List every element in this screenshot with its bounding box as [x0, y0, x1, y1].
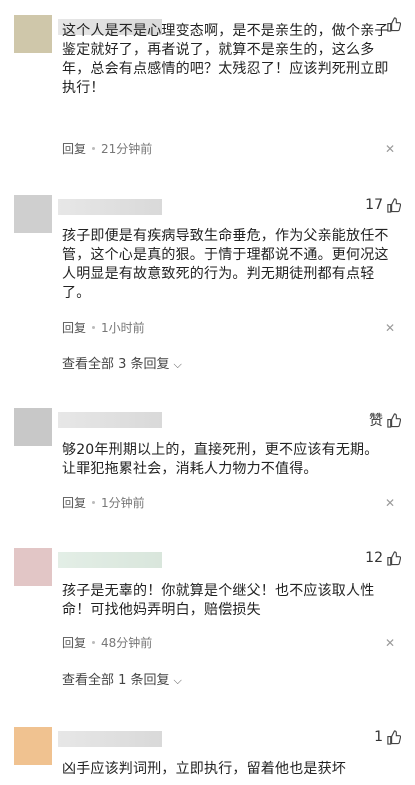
close-icon[interactable]: ✕	[385, 321, 395, 335]
thumb-up-icon	[387, 412, 401, 428]
close-icon[interactable]: ✕	[385, 636, 395, 650]
reply-button[interactable]: 回复	[62, 634, 86, 651]
close-icon[interactable]: ✕	[385, 496, 395, 510]
thumb-up-icon	[387, 550, 401, 566]
comment-text: 够20年刑期以上的，直接死刑，更不应该有无期。让罪犯拖累社会，消耗人力物力不值得…	[62, 442, 379, 477]
divider	[0, 385, 415, 397]
timestamp: 21分钟前	[101, 142, 153, 156]
view-all-replies-link[interactable]: 查看全部 3 条回复 ⌵	[62, 353, 182, 372]
chevron-down-icon: ⌵	[173, 358, 182, 371]
separator-dot	[92, 501, 96, 504]
like-count: 1	[374, 729, 383, 745]
comment-meta: 回复 1分钟前	[62, 494, 145, 511]
divider	[0, 525, 415, 537]
reply-button[interactable]: 回复	[62, 494, 86, 511]
avatar[interactable]	[14, 727, 52, 765]
comment-meta: 回复 1小时前	[62, 319, 145, 336]
thumb-up-icon	[387, 729, 401, 745]
avatar[interactable]	[14, 15, 52, 53]
close-icon[interactable]: ✕	[385, 142, 395, 156]
thumb-up-icon	[387, 197, 401, 213]
separator-dot	[92, 147, 96, 150]
timestamp: 1小时前	[101, 321, 145, 335]
view-all-replies-link[interactable]: 查看全部 1 条回复 ⌵	[62, 669, 182, 688]
timestamp: 48分钟前	[101, 636, 153, 650]
chevron-down-icon: ⌵	[173, 674, 182, 687]
like-button[interactable]: 1	[374, 729, 401, 745]
comment-text: 孩子即便是有疾病导致生命垂危，作为父亲能放任不管，这个心是真的狠。于情于理都说不…	[62, 228, 389, 301]
avatar[interactable]	[14, 408, 52, 446]
comment-text: 这个人是不是心理变态啊，是不是亲生的，做个亲子鉴定就好了，再者说了，就算不是亲生…	[62, 23, 389, 96]
reply-button[interactable]: 回复	[62, 140, 86, 157]
comment-meta: 回复 48分钟前	[62, 634, 152, 651]
timestamp: 1分钟前	[101, 496, 145, 510]
username-blurred[interactable]	[58, 731, 162, 747]
comment-text: 孩子是无辜的！你就算是个继父！也不应该取人性命！可找他妈弄明白，赔偿损失	[62, 583, 375, 618]
reply-button[interactable]: 回复	[62, 319, 86, 336]
username-blurred[interactable]	[58, 412, 162, 428]
avatar[interactable]	[14, 548, 52, 586]
separator-dot	[92, 641, 96, 644]
view-all-replies-label: 查看全部 1 条回复	[62, 673, 170, 688]
divider	[0, 172, 415, 184]
like-count: 17	[365, 197, 383, 213]
comment-text: 凶手应该判词刑，立即执行，留着他也是获坏	[62, 761, 346, 777]
username-blurred[interactable]	[58, 552, 162, 568]
like-button[interactable]: 12	[365, 550, 401, 566]
username-blurred[interactable]	[58, 199, 162, 215]
divider	[0, 700, 415, 712]
view-all-replies-label: 查看全部 3 条回复	[62, 357, 170, 372]
separator-dot	[92, 326, 96, 329]
like-button[interactable]: 赞	[369, 410, 401, 430]
avatar[interactable]	[14, 195, 52, 233]
like-count: 12	[365, 550, 383, 566]
comment-meta: 回复 21分钟前	[62, 140, 152, 157]
like-count: 赞	[369, 413, 383, 429]
like-button[interactable]: 17	[365, 197, 401, 213]
